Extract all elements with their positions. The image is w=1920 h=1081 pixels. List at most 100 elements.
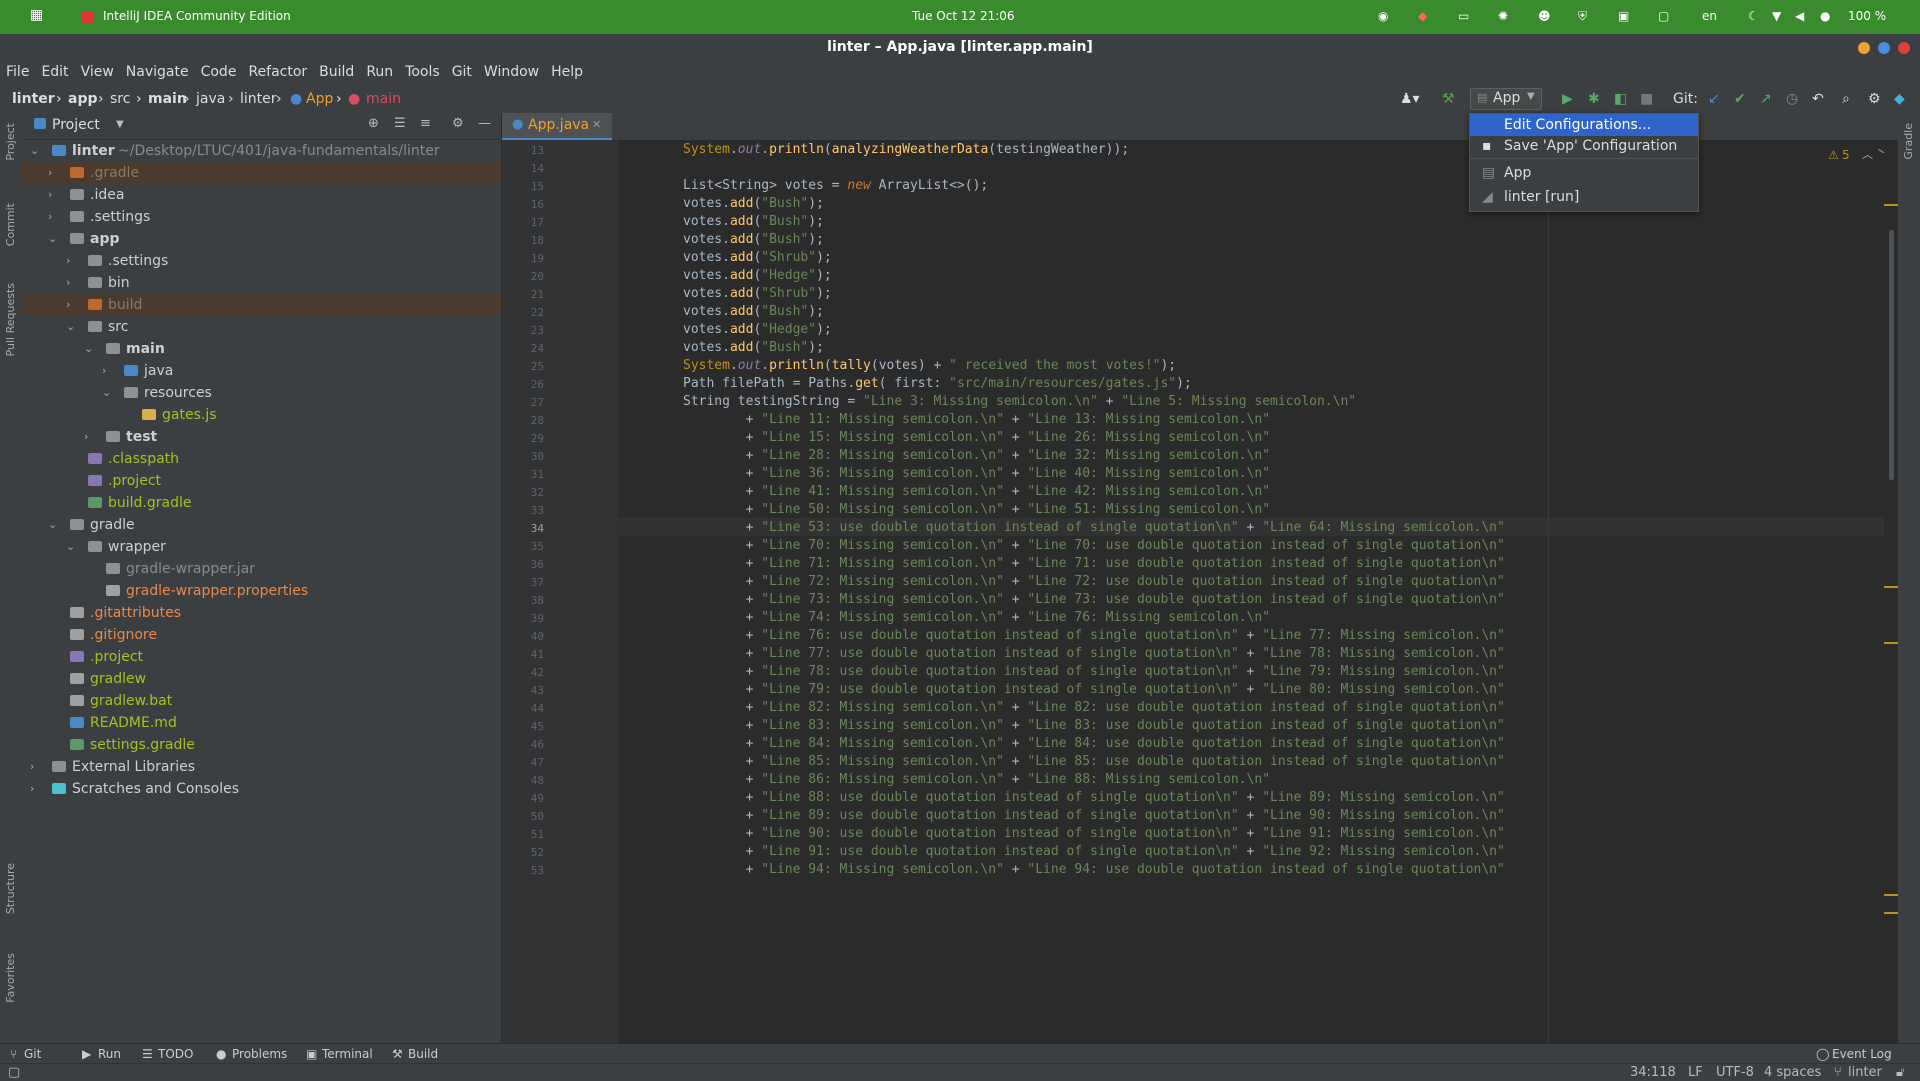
- menu-file[interactable]: File: [0, 60, 35, 85]
- shield-icon[interactable]: ⛨: [1578, 9, 1587, 24]
- menu-code[interactable]: Code: [195, 60, 243, 85]
- file-node[interactable]: gradle-wrapper.jar: [22, 558, 501, 580]
- code-line[interactable]: String testingString = "Line 3: Missing …: [683, 394, 1356, 409]
- run-configuration-selector[interactable]: ▤ App ▼: [1470, 88, 1542, 110]
- tray-icon-b[interactable]: ◆: [1418, 9, 1427, 23]
- folder-node[interactable]: › build: [22, 294, 501, 316]
- tray-icon-d[interactable]: ✺: [1498, 9, 1508, 23]
- tool-todo[interactable]: TODO: [158, 1047, 193, 1061]
- code-line[interactable]: + "Line 74: Missing semicolon.\n" + "Lin…: [683, 610, 1270, 625]
- breadcrumb-linter[interactable]: linter: [12, 91, 55, 107]
- code-line[interactable]: + "Line 72: Missing semicolon.\n" + "Lin…: [683, 574, 1505, 589]
- chevron-right-icon[interactable]: ›: [30, 778, 42, 800]
- tool-gradle[interactable]: Gradle: [1902, 123, 1915, 160]
- plugin-icon[interactable]: ◆: [1894, 91, 1905, 107]
- warning-icon[interactable]: ⚠: [1828, 148, 1839, 162]
- caret-position[interactable]: 34:118: [1630, 1065, 1676, 1080]
- breadcrumb-src[interactable]: src: [110, 91, 130, 107]
- breadcrumb-java[interactable]: java: [196, 91, 225, 107]
- chevron-right-icon[interactable]: ›: [102, 360, 114, 382]
- code-line[interactable]: + "Line 28: Missing semicolon.\n" + "Lin…: [683, 448, 1270, 463]
- warning-stripe[interactable]: [1884, 912, 1898, 914]
- gear-icon[interactable]: ⚙: [452, 116, 464, 131]
- code-line[interactable]: + "Line 76: use double quotation instead…: [683, 628, 1505, 643]
- code-line[interactable]: + "Line 91: use double quotation instead…: [683, 844, 1505, 859]
- search-icon[interactable]: ⌕: [1842, 91, 1850, 107]
- warning-stripe[interactable]: [1884, 642, 1898, 644]
- file-node[interactable]: build.gradle: [22, 492, 501, 514]
- problems-count[interactable]: 5: [1842, 148, 1850, 162]
- minimize-button[interactable]: [1858, 42, 1870, 54]
- code-line[interactable]: votes.add("Bush");: [683, 232, 824, 247]
- git-rollback-icon[interactable]: ↶: [1812, 91, 1824, 107]
- tool-build[interactable]: Build: [408, 1047, 438, 1061]
- chevron-down-icon[interactable]: ⌄: [48, 514, 60, 536]
- chevron-down-icon[interactable]: ⌄: [66, 316, 78, 338]
- code-line[interactable]: votes.add("Hedge");: [683, 322, 832, 337]
- code-line[interactable]: + "Line 50: Missing semicolon.\n" + "Lin…: [683, 502, 1270, 517]
- clipboard-icon[interactable]: ▢: [1658, 9, 1669, 23]
- file-node[interactable]: .classpath: [22, 448, 501, 470]
- warning-stripe[interactable]: [1884, 204, 1898, 206]
- chevron-right-icon[interactable]: ›: [66, 294, 78, 316]
- code-line[interactable]: + "Line 94: Missing semicolon.\n" + "Lin…: [683, 862, 1505, 877]
- folder-node[interactable]: ⌄ src: [22, 316, 501, 338]
- menu-view[interactable]: View: [75, 60, 120, 85]
- locate-icon[interactable]: ⊕: [368, 116, 379, 131]
- tool-run[interactable]: Run: [98, 1047, 121, 1061]
- folder-node[interactable]: ⌄ wrapper: [22, 536, 501, 558]
- code-line[interactable]: + "Line 77: use double quotation instead…: [683, 646, 1505, 661]
- chevron-down-icon[interactable]: ⌄: [102, 382, 114, 404]
- chevron-right-icon[interactable]: ›: [48, 206, 60, 228]
- code-line[interactable]: + "Line 15: Missing semicolon.\n" + "Lin…: [683, 430, 1270, 445]
- menu-navigate[interactable]: Navigate: [120, 60, 195, 85]
- code-line[interactable]: + "Line 86: Missing semicolon.\n" + "Lin…: [683, 772, 1270, 787]
- folder-node[interactable]: › Scratches and Consoles: [22, 778, 501, 800]
- coverage-icon[interactable]: ◧: [1614, 91, 1627, 107]
- editor-scrollbar[interactable]: [1884, 140, 1898, 1043]
- tray-icon-a[interactable]: ◉: [1378, 9, 1388, 23]
- chevron-right-icon[interactable]: ›: [48, 184, 60, 206]
- git-push-icon[interactable]: ↗: [1760, 91, 1772, 107]
- stop-icon[interactable]: ■: [1640, 91, 1653, 107]
- code-line[interactable]: votes.add("Shrub");: [683, 250, 832, 265]
- code-line[interactable]: votes.add("Bush");: [683, 304, 824, 319]
- tool-commit[interactable]: Commit: [4, 203, 17, 246]
- folder-node[interactable]: › .idea: [22, 184, 501, 206]
- save-configuration-item[interactable]: ▪ Save 'App' Configuration: [1470, 135, 1698, 157]
- close-icon[interactable]: ✕: [592, 118, 601, 131]
- file-node[interactable]: gradle-wrapper.properties: [22, 580, 501, 602]
- line-separator[interactable]: LF: [1688, 1065, 1703, 1080]
- code-line[interactable]: + "Line 84: Missing semicolon.\n" + "Lin…: [683, 736, 1505, 751]
- folder-node[interactable]: ⌄ gradle: [22, 514, 501, 536]
- code-line[interactable]: + "Line 89: use double quotation instead…: [683, 808, 1505, 823]
- code-line[interactable]: votes.add("Bush");: [683, 340, 824, 355]
- code-line[interactable]: + "Line 90: use double quotation instead…: [683, 826, 1505, 841]
- breadcrumb-main[interactable]: main: [148, 91, 187, 107]
- file-node[interactable]: gradlew.bat: [22, 690, 501, 712]
- tool-structure[interactable]: Structure: [4, 863, 17, 914]
- code-line[interactable]: + "Line 73: Missing semicolon.\n" + "Lin…: [683, 592, 1505, 607]
- indent-setting[interactable]: 4 spaces: [1764, 1065, 1821, 1080]
- file-node[interactable]: .project: [22, 470, 501, 492]
- code-line[interactable]: + "Line 11: Missing semicolon.\n" + "Lin…: [683, 412, 1270, 427]
- breadcrumb-package[interactable]: linter: [240, 91, 277, 107]
- zoom-icon[interactable]: ▣: [1618, 9, 1629, 23]
- hide-panel-icon[interactable]: —: [478, 116, 491, 131]
- folder-node[interactable]: › .settings: [22, 250, 501, 272]
- file-node[interactable]: README.md: [22, 712, 501, 734]
- folder-node[interactable]: › .settings: [22, 206, 501, 228]
- code-line[interactable]: + "Line 88: use double quotation instead…: [683, 790, 1505, 805]
- folder-node[interactable]: › java: [22, 360, 501, 382]
- warning-stripe[interactable]: [1884, 894, 1898, 896]
- menu-run[interactable]: Run: [360, 60, 399, 85]
- breadcrumb-app[interactable]: app: [68, 91, 98, 107]
- code-line[interactable]: + "Line 85: Missing semicolon.\n" + "Lin…: [683, 754, 1505, 769]
- folder-node[interactable]: ⌄ resources: [22, 382, 501, 404]
- git-branch[interactable]: linter: [1848, 1065, 1882, 1080]
- folder-node[interactable]: ⌄ app: [22, 228, 501, 250]
- run-icon[interactable]: ▶: [1562, 91, 1573, 107]
- tool-project[interactable]: Project: [4, 123, 17, 161]
- file-node[interactable]: .gitattributes: [22, 602, 501, 624]
- chevron-down-icon[interactable]: ⌄: [30, 140, 42, 162]
